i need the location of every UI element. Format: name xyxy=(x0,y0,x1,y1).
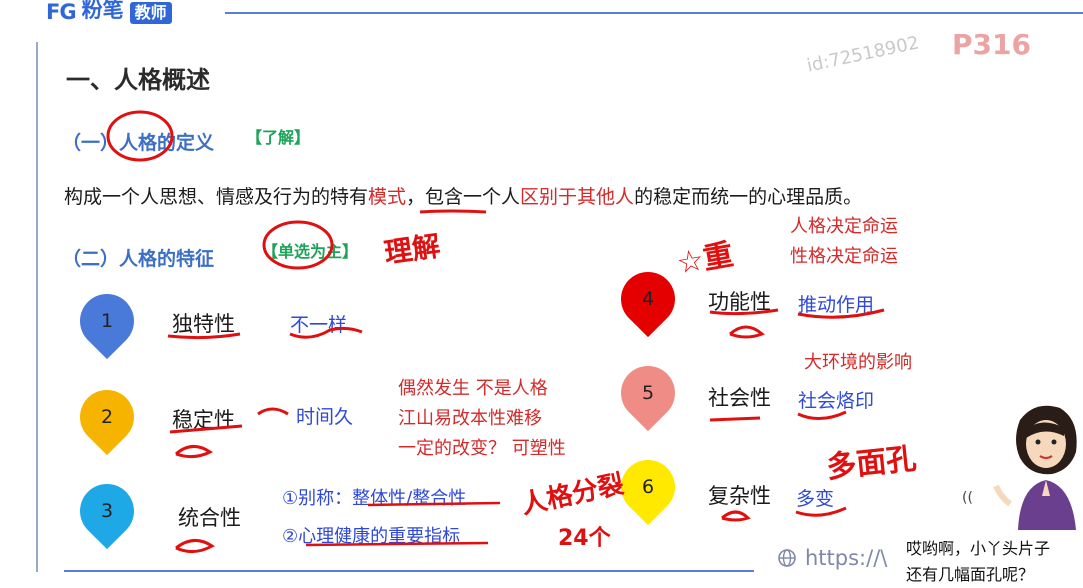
circle-mark-single-choice xyxy=(262,220,334,270)
cartoon-teacher-illustration xyxy=(993,405,1077,530)
underline-mark xyxy=(709,308,779,316)
url-text: https://\ xyxy=(805,546,888,570)
ink-annotations xyxy=(106,110,885,553)
underline-mark xyxy=(167,332,241,340)
speech-bubble: 哎哟啊，小丫头片子 还有几幅面孔呢？ xyxy=(900,530,1083,586)
triangle-mark xyxy=(175,539,215,553)
arrow-mark xyxy=(257,407,289,416)
underline-mark xyxy=(709,416,761,422)
triangle-mark xyxy=(729,325,765,339)
underline-mark xyxy=(795,506,847,517)
triangle-mark xyxy=(175,445,213,459)
underline-mark xyxy=(419,209,487,214)
bubble-line: 还有几幅面孔呢？ xyxy=(906,565,1035,584)
sound-mark: (( xyxy=(962,490,973,506)
underline-mark xyxy=(367,501,501,507)
underline-mark xyxy=(169,424,243,434)
underline-mark xyxy=(797,410,847,420)
globe-icon xyxy=(778,549,796,567)
underline-mark xyxy=(305,541,489,547)
underline-mark xyxy=(289,326,363,339)
underline-mark xyxy=(797,308,885,319)
bubble-line: 哎哟啊，小丫头片子 xyxy=(906,539,1051,558)
circle-mark-definition xyxy=(106,110,174,162)
footer-url[interactable]: https://\ xyxy=(777,546,887,570)
triangle-mark xyxy=(721,510,751,522)
